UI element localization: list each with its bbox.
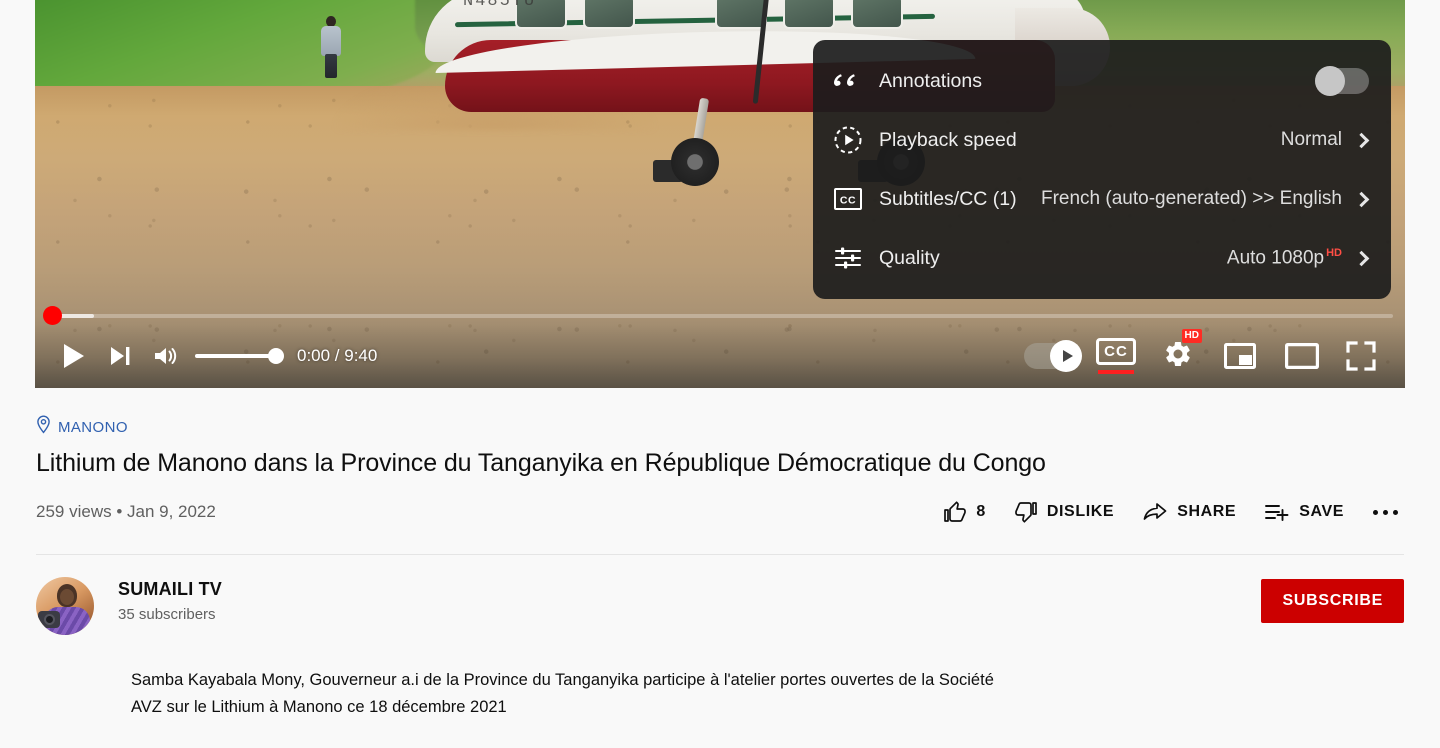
subscribe-button[interactable]: SUBSCRIBE [1261,579,1404,623]
more-actions-button[interactable] [1364,492,1406,532]
menu-item-subtitles-cc-label: Subtitles/CC (1) [879,187,1017,210]
player-controls-bar: 0:00 / 9:40 CC HD [35,324,1405,388]
captions-button[interactable]: CC [1085,333,1147,379]
like-count: 8 [976,503,986,520]
action-buttons: 8 DISLIKE SHARE SAVE [929,492,1406,532]
view-count-and-date: 259 views • Jan 9, 2022 [36,502,216,521]
thumbs-down-icon [1015,502,1037,523]
volume-slider[interactable] [195,348,284,364]
page-title: Lithium de Manono dans la Province du Ta… [36,449,1046,477]
save-button[interactable]: SAVE [1250,492,1358,532]
miniplayer-button[interactable] [1209,333,1271,379]
location-tag[interactable]: MANONO [0,388,1440,439]
menu-item-quality[interactable]: Quality Auto 1080p HD [813,229,1391,288]
share-icon [1143,503,1167,520]
svg-text:CC: CC [840,194,856,206]
volume-slider-knob[interactable] [268,348,284,364]
next-video-button[interactable] [97,333,143,379]
captions-active-underline [1098,370,1134,374]
menu-item-quality-value: Auto 1080p HD [1226,246,1342,269]
progress-bar[interactable] [35,306,1405,325]
share-button[interactable]: SHARE [1128,492,1250,532]
save-to-playlist-icon [1265,505,1289,521]
subtitles-cc-icon: CC [831,182,865,216]
fullscreen-button[interactable] [1333,333,1389,379]
chevron-right-icon [1353,250,1370,266]
location-pin-icon [36,415,51,439]
settings-hd-badge: HD [1181,328,1202,343]
channel-row: SUMAILI TV 35 subscribers SUBSCRIBE [0,555,1440,635]
hd-badge-text: HD [1326,246,1342,259]
menu-item-subtitles-cc[interactable]: CC Subtitles/CC (1) French (auto-generat… [813,170,1391,229]
channel-info: SUMAILI TV 35 subscribers [118,577,222,623]
video-description[interactable]: Samba Kayabala Mony, Gouverneur a.i de l… [0,635,1050,720]
gear-icon [1166,341,1190,366]
play-button[interactable] [51,333,97,379]
menu-item-playback-speed-label: Playback speed [879,128,1017,151]
channel-name[interactable]: SUMAILI TV [118,579,222,600]
menu-item-annotations[interactable]: Annotations [813,52,1391,111]
video-stats-row: 259 views • Jan 9, 2022 8 DISLIKE SHARE … [0,478,1440,532]
playback-speed-icon [831,123,865,157]
quality-icon [831,241,865,275]
menu-item-subtitles-cc-value: French (auto-generated) >> English [1040,188,1342,209]
progress-track[interactable] [47,314,1393,318]
share-label: SHARE [1177,503,1237,520]
theater-mode-button[interactable] [1271,333,1333,379]
video-meta-section: MANONO Lithium de Manono dans la Provinc… [0,388,1440,720]
autoplay-toggle[interactable] [1019,333,1085,379]
menu-item-quality-label: Quality [879,246,940,269]
progress-scrubber[interactable] [43,306,62,325]
menu-item-annotations-label: Annotations [879,69,982,92]
dislike-label: DISLIKE [1046,503,1115,520]
like-button[interactable]: 8 [929,492,1000,532]
mute-button[interactable] [143,333,189,379]
captions-label: CC [1096,338,1136,365]
chevron-right-icon [1353,191,1370,207]
scene-person [320,16,342,78]
chevron-right-icon [1353,132,1370,148]
menu-item-playback-speed[interactable]: Playback speed Normal [813,111,1391,170]
youtube-watch-page: N485YU Annotations Playback speed Normal… [0,0,1440,748]
menu-item-playback-speed-value: Normal [1280,129,1342,150]
location-label[interactable]: MANONO [58,419,128,436]
settings-button[interactable]: HD [1147,328,1209,379]
video-player[interactable]: N485YU Annotations Playback speed Normal… [35,0,1405,388]
annotations-icon [831,64,865,98]
settings-menu-panel[interactable]: Annotations Playback speed Normal CC Sub… [813,40,1391,299]
dislike-button[interactable]: DISLIKE [1000,492,1128,532]
annotations-toggle[interactable] [1315,66,1369,96]
thumbs-up-icon [944,501,967,522]
time-display: 0:00 / 9:40 [297,346,378,365]
plane-registration-text: N485YU [463,0,537,11]
subscriber-count: 35 subscribers [118,606,216,623]
avatar[interactable] [36,577,94,635]
save-label: SAVE [1299,503,1344,520]
